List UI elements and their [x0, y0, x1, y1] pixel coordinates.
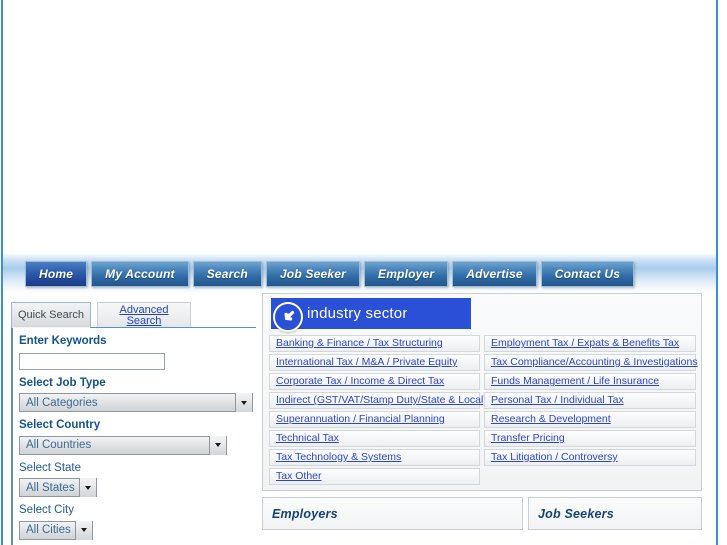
quick-search-panel: Enter Keywords Select Job Type All Categ… — [11, 327, 256, 545]
industry-sector-column-right: Employment Tax / Expats & Benefits Tax T… — [484, 335, 698, 485]
nav-label: Contact Us — [554, 267, 621, 281]
country-select[interactable]: All Countries — [19, 435, 227, 455]
sector-link-item[interactable]: Research & Development — [484, 411, 696, 428]
circle-arrow-down-left-icon — [273, 302, 303, 332]
tab-quick-search-label: Quick Search — [17, 309, 85, 321]
sector-link[interactable]: International Tax / M&A / Private Equity — [276, 357, 457, 368]
sector-link-item[interactable]: Technical Tax — [269, 430, 480, 447]
job-seekers-panel-title: Job Seekers — [538, 506, 614, 521]
industry-sector-grid: Banking & Finance / Tax Structuring Inte… — [265, 332, 699, 487]
nav-item-advertise[interactable]: Advertise — [452, 261, 537, 287]
sector-link[interactable]: Employment Tax / Expats & Benefits Tax — [491, 338, 679, 349]
sector-link-item[interactable]: Corporate Tax / Income & Direct Tax — [269, 373, 480, 390]
nav-item-job-seeker[interactable]: Job Seeker — [265, 261, 360, 287]
sector-link[interactable]: Technical Tax — [276, 433, 339, 444]
nav-item-contact-us[interactable]: Contact Us — [540, 261, 635, 287]
job-type-select[interactable]: All Categories — [19, 393, 253, 412]
sector-link[interactable]: Tax Other — [276, 471, 322, 482]
nav-label: Advertise — [466, 267, 523, 281]
keywords-label: Enter Keywords — [19, 335, 107, 347]
job-type-value: All Categories — [26, 396, 98, 409]
tab-quick-search[interactable]: Quick Search — [11, 302, 91, 328]
city-select[interactable]: All Cities — [19, 520, 93, 540]
city-label: Select City — [19, 504, 74, 516]
sector-link-item[interactable]: Tax Technology & Systems — [269, 449, 480, 466]
sector-link-item[interactable]: Personal Tax / Individual Tax — [484, 392, 696, 409]
bottom-panels-row: Employers Job Seekers — [262, 497, 702, 530]
sector-link-item[interactable]: Tax Litigation / Controversy — [484, 449, 696, 466]
tab-advanced-search[interactable]: Advanced Search — [97, 302, 191, 328]
search-sidebar: Quick Search Advanced Search Enter Keywo… — [8, 302, 256, 545]
main-navigation-bar: Home My Account Search Job Seeker Employ… — [3, 253, 716, 293]
page-border-right — [716, 0, 718, 545]
nav-label: Search — [206, 267, 248, 281]
nav-list: Home My Account Search Job Seeker Employ… — [25, 261, 635, 287]
search-tabs: Quick Search Advanced Search — [11, 302, 256, 328]
nav-item-my-account[interactable]: My Account — [91, 261, 189, 287]
sector-link[interactable]: Tax Technology & Systems — [276, 452, 401, 463]
sector-link-item[interactable]: Transfer Pricing — [484, 430, 696, 447]
sector-link[interactable]: Transfer Pricing — [491, 433, 565, 444]
sector-link-item[interactable]: Tax Other — [269, 468, 480, 485]
nav-item-employer[interactable]: Employer — [363, 261, 449, 287]
industry-sector-header: industry sector — [271, 298, 471, 332]
sector-link[interactable]: Banking & Finance / Tax Structuring — [276, 338, 443, 349]
sector-link[interactable]: Superannuation / Financial Planning — [276, 414, 445, 425]
sector-link-item[interactable]: International Tax / M&A / Private Equity — [269, 354, 480, 371]
job-seekers-panel: Job Seekers — [528, 497, 702, 530]
industry-sector-panel: industry sector Banking & Finance / Tax … — [262, 293, 702, 491]
sector-link-item[interactable]: Tax Compliance/Accounting & Investigatio… — [484, 354, 698, 371]
content-area: Quick Search Advanced Search Enter Keywo… — [3, 293, 716, 545]
industry-sector-title: industry sector — [307, 305, 408, 322]
sector-link-item[interactable]: Indirect (GST/VAT/Stamp Duty/State & Loc… — [269, 392, 487, 409]
nav-label: My Account — [105, 267, 175, 281]
city-value: All Cities — [26, 524, 71, 536]
sector-link-item[interactable]: Banking & Finance / Tax Structuring — [269, 335, 480, 352]
chevron-down-icon — [209, 435, 226, 455]
employers-panel-title: Employers — [272, 506, 338, 521]
state-label: Select State — [19, 461, 82, 474]
employers-panel: Employers — [262, 497, 523, 530]
sector-link[interactable]: Tax Compliance/Accounting & Investigatio… — [491, 357, 698, 368]
nav-item-home[interactable]: Home — [25, 261, 88, 287]
sector-link[interactable]: Indirect (GST/VAT/Stamp Duty/State & Loc… — [276, 395, 487, 406]
nav-item-search[interactable]: Search — [192, 261, 262, 287]
sector-link-item[interactable]: Funds Management / Life Insurance — [484, 373, 696, 390]
page-root: Home My Account Search Job Seeker Employ… — [0, 0, 727, 545]
country-label: Select Country — [19, 419, 101, 431]
sector-link[interactable]: Tax Litigation / Controversy — [491, 452, 618, 463]
sector-link[interactable]: Research & Development — [491, 414, 611, 425]
state-value: All States — [26, 481, 75, 494]
industry-sector-column-left: Banking & Finance / Tax Structuring Inte… — [269, 335, 487, 485]
chevron-down-icon — [79, 478, 96, 497]
search-keywords-input[interactable] — [19, 352, 165, 370]
nav-label: Job Seeker — [279, 267, 346, 281]
sector-link[interactable]: Personal Tax / Individual Tax — [491, 395, 624, 406]
sector-link[interactable]: Corporate Tax / Income & Direct Tax — [276, 376, 444, 387]
country-value: All Countries — [26, 439, 92, 451]
main-column: industry sector Banking & Finance / Tax … — [262, 293, 708, 545]
chevron-down-icon — [235, 393, 252, 412]
nav-label: Employer — [377, 267, 435, 281]
sector-link-item[interactable]: Superannuation / Financial Planning — [269, 411, 480, 428]
site-banner-area — [3, 0, 716, 253]
tab-advanced-search-label-line2: Search — [126, 314, 162, 327]
job-type-label: Select Job Type — [19, 376, 106, 389]
sector-link[interactable]: Funds Management / Life Insurance — [491, 376, 659, 387]
sector-link-item[interactable]: Employment Tax / Expats & Benefits Tax — [484, 335, 696, 352]
nav-label: Home — [39, 267, 74, 281]
chevron-down-icon — [75, 520, 92, 540]
state-select[interactable]: All States — [19, 478, 97, 497]
tab-advanced-search-label-line1: Advanced — [119, 303, 169, 316]
